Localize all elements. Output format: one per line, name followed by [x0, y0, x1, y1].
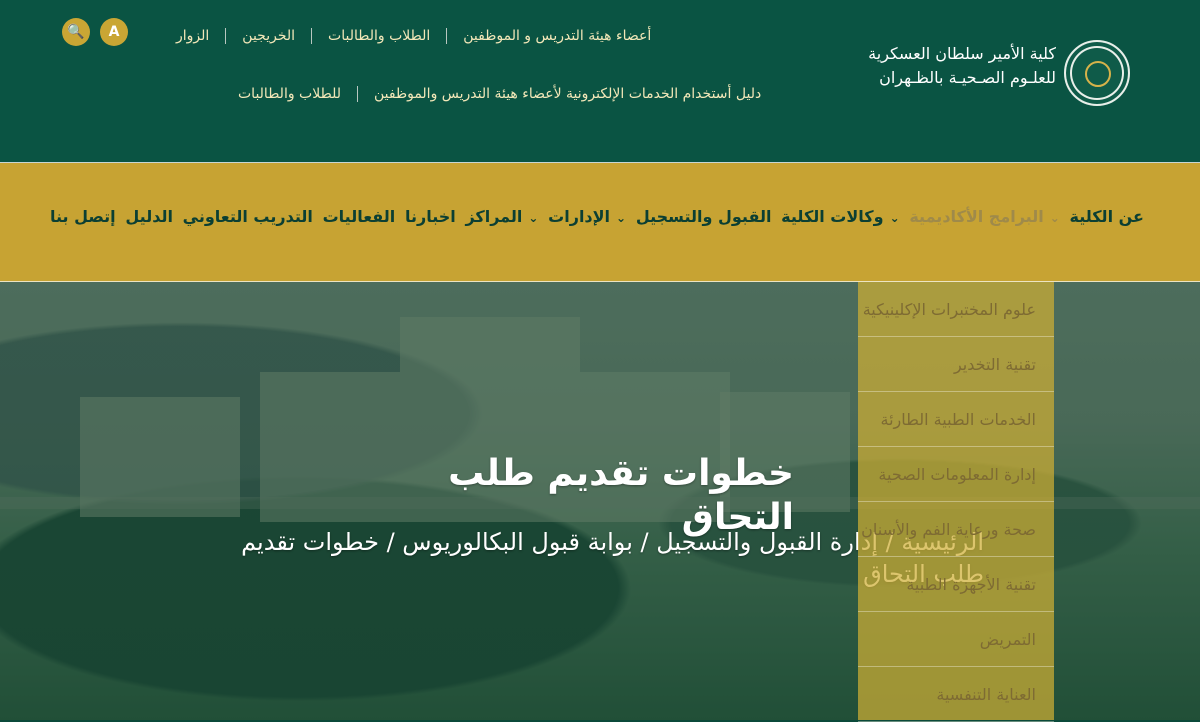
nav-item-academic-programs[interactable]: البرامج الأكاديمية ⌄	[909, 207, 1059, 226]
nav-item-events[interactable]: الفعاليات	[323, 207, 396, 226]
dropdown-item[interactable]: علوم المختبرات الإكلينيكية	[858, 282, 1054, 337]
dropdown-item[interactable]: تقنية الأجهزة الطبية	[858, 557, 1054, 612]
nav-item-label: المراكز	[465, 207, 523, 226]
chevron-down-icon: ⌄	[889, 210, 900, 225]
college-name-line-2: للعلـوم الصـحيـة بالظـهران	[879, 68, 1056, 87]
dropdown-item[interactable]: صحة ورعاية الفم والأسنان	[858, 502, 1054, 557]
language-button[interactable]: A	[100, 18, 128, 46]
college-seal-icon	[1064, 40, 1130, 106]
top-link-graduates[interactable]: الخريجين	[242, 28, 295, 44]
top-link-staff[interactable]: أعضاء هيئة التدريس و الموظفين	[463, 28, 651, 44]
college-name-line-1: كلية الأمير سلطان العسكرية	[868, 44, 1056, 63]
nav-item-contact[interactable]: إتصل بنا	[50, 207, 116, 226]
college-logo[interactable]	[1064, 40, 1134, 110]
nav-item-label: الإدارات	[548, 207, 611, 226]
top-actions: 🔍 A	[62, 18, 128, 46]
nav-item-training[interactable]: التدريب التعاوني	[183, 207, 313, 226]
nav-item-label: إتصل بنا	[50, 207, 116, 226]
top-link-students[interactable]: الطلاب والطالبات	[328, 28, 430, 44]
nav-item-admission[interactable]: القبول والتسجيل	[636, 207, 772, 226]
nav-item-departments[interactable]: الإدارات ⌄	[548, 207, 626, 226]
chevron-down-icon: ⌄	[1049, 210, 1060, 225]
nav-item-label: التدريب التعاوني	[182, 207, 313, 226]
chevron-down-icon: ⌄	[528, 210, 539, 225]
nav-item-deanships[interactable]: وكالات الكلية ⌄	[781, 207, 899, 226]
search-icon: 🔍	[67, 24, 85, 40]
college-name: كلية الأمير سلطان العسكرية للعلـوم الصـح…	[796, 42, 1056, 90]
search-button[interactable]: 🔍	[62, 18, 90, 46]
nav-item-label: وكالات الكلية	[781, 207, 884, 226]
main-nav-items: عن الكلية البرامج الأكاديمية ⌄ وكالات الك…	[50, 207, 1144, 226]
dropdown-item[interactable]: التمريض	[858, 612, 1054, 667]
chevron-down-icon: ⌄	[616, 210, 627, 225]
nav-item-news[interactable]: اخبارنا	[405, 207, 456, 226]
academic-programs-dropdown: علوم المختبرات الإكلينيكية تقنية التخدير…	[858, 282, 1054, 722]
nav-item-label: البرامج الأكاديمية	[909, 207, 1044, 226]
nav-item-guide[interactable]: الدليل	[125, 207, 173, 226]
nav-item-label: اخبارنا	[404, 207, 456, 226]
main-nav: عن الكلية البرامج الأكاديمية ⌄ وكالات الك…	[0, 163, 1200, 282]
top-link-separator	[225, 28, 227, 44]
dropdown-item[interactable]: العناية التنفسية	[858, 667, 1054, 722]
nav-item-about[interactable]: عن الكلية	[1069, 207, 1143, 226]
top-header: 🔍 A الزوار الخريجين الطلاب والطالبات أعض…	[0, 0, 1200, 163]
nav-item-label: الفعاليات	[322, 207, 396, 226]
guide-link-staff[interactable]: دليل أستخدام الخدمات الإلكترونية لأعضاء …	[374, 86, 761, 102]
language-icon: A	[108, 24, 120, 40]
top-links: الزوار الخريجين الطلاب والطالبات أعضاء ه…	[176, 28, 651, 44]
nav-item-label: القبول والتسجيل	[635, 207, 772, 226]
nav-item-centers[interactable]: المراكز ⌄	[465, 207, 538, 226]
guide-link-students[interactable]: للطلاب والطالبات	[238, 86, 341, 102]
top-link-separator	[446, 28, 448, 44]
guide-link-separator	[356, 86, 358, 102]
dropdown-item[interactable]: إدارة المعلومات الصحية	[858, 447, 1054, 502]
nav-item-label: الدليل	[125, 207, 173, 226]
dropdown-item[interactable]: تقنية التخدير	[858, 337, 1054, 392]
top-link-separator	[311, 28, 313, 44]
top-link-visitors[interactable]: الزوار	[176, 28, 209, 44]
dropdown-item[interactable]: الخدمات الطبية الطارئة	[858, 392, 1054, 447]
nav-item-label: عن الكلية	[1069, 207, 1144, 226]
guide-links: للطلاب والطالبات دليل أستخدام الخدمات ال…	[238, 86, 761, 102]
